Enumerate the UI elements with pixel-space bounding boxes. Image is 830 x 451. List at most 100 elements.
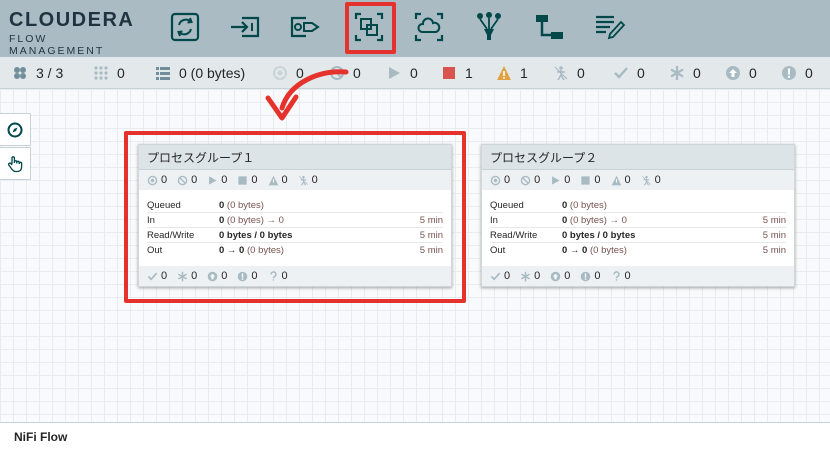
asterisk-icon: [521, 271, 531, 281]
invalid-count: 0: [268, 174, 288, 186]
running-icon: [389, 67, 400, 79]
transmitting-count: 0: [296, 65, 304, 81]
arrow-up-circle-icon: [550, 271, 561, 281]
breadcrumb-root[interactable]: NiFi Flow: [14, 430, 67, 444]
running-icon: [209, 175, 217, 185]
sync-failure-count: 0: [268, 270, 288, 282]
not-transmitting-icon: [177, 175, 188, 185]
invalid-stat: 1: [496, 57, 528, 89]
queued-stat: 0 (0 bytes): [155, 57, 245, 89]
stale-stat: 0: [725, 57, 757, 89]
stopped-count: 0: [580, 174, 601, 186]
disabled-icon: [641, 175, 651, 186]
not-transmitting-icon: [330, 66, 344, 80]
not-transmitting-count: 0: [520, 174, 540, 186]
stats-row-in: In 0 (0 bytes) → 05 min: [147, 213, 443, 228]
transmitting-icon: [490, 175, 501, 185]
locally-modified-count: 0: [177, 270, 197, 282]
stopped-icon: [443, 67, 455, 79]
template-icon: [536, 15, 563, 39]
transmitting-count: 0: [147, 174, 167, 186]
process-group-title: プロセスグループ１: [139, 145, 451, 170]
check-icon: [614, 67, 628, 79]
locally-modified-count: 0: [520, 270, 540, 282]
stopped-stat: 1: [441, 57, 473, 89]
arrow-up-circle-icon: [726, 66, 740, 80]
funnel-icon: [477, 12, 501, 40]
remote-process-group-tool[interactable]: [409, 8, 449, 46]
compass-icon: [7, 122, 23, 137]
brand-subtitle: FLOW MANAGEMENT: [9, 33, 105, 57]
not-transmitting-stat: 0: [329, 57, 361, 89]
exclamation-circle-icon: [581, 271, 591, 281]
invalid-count: 0: [611, 174, 631, 186]
check-icon: [147, 272, 158, 280]
output-port-tool[interactable]: [285, 8, 325, 46]
sync-failure-count: 0: [611, 270, 631, 282]
processor-icon: [170, 12, 200, 42]
locally-modified-count: 0: [693, 65, 701, 81]
sync-failure-count: 0: [805, 65, 813, 81]
asterisk-icon: [670, 66, 684, 80]
warning-icon: [611, 175, 621, 185]
template-tool[interactable]: [529, 8, 569, 46]
label-tool[interactable]: [589, 8, 629, 46]
sync-failure-stat: 0: [781, 57, 813, 89]
status-bar: 3 / 3 0 0 (0 bytes) 0 0 0 1 1 0 0 0 0 0: [0, 57, 830, 89]
version-counts: 0 0 0 0 0: [482, 266, 794, 286]
cluster-stat: 3 / 3: [12, 57, 63, 89]
stats-table: Queued 0 (0 bytes) In 0 (0 bytes) → 05 min…: [482, 190, 794, 258]
stats-row-out: Out 0 → 0 (0 bytes) 5 min: [490, 245, 786, 256]
queued-count: 0 (0 bytes): [179, 65, 246, 81]
asterisk-icon: [178, 271, 188, 281]
process-group-tool[interactable]: [349, 8, 389, 46]
input-port-tool[interactable]: [225, 8, 265, 46]
header: CLOUDERA FLOW MANAGEMENT: [0, 0, 830, 57]
transmitting-icon: [147, 175, 158, 185]
disabled-count: 0: [577, 65, 585, 81]
logo: CLOUDERA FLOW MANAGEMENT: [9, 9, 134, 57]
threads-count: 0: [117, 65, 125, 81]
disabled-count: 0: [641, 174, 661, 186]
threads-icon: [94, 66, 108, 80]
stopped-icon: [238, 175, 247, 185]
warning-icon: [497, 66, 511, 80]
hand-pointer-icon: [8, 155, 23, 172]
not-transmitting-icon: [520, 175, 531, 185]
disabled-stat: 0: [553, 57, 585, 89]
operate-button[interactable]: [0, 147, 31, 180]
breadcrumb: NiFi Flow: [0, 422, 830, 451]
stopped-count: 1: [465, 65, 473, 81]
process-group-card[interactable]: プロセスグループ２ 0 0 0 0 0 0 Queued 0 (0 bytes) …: [481, 144, 795, 287]
stopped-icon: [581, 175, 590, 185]
disabled-icon: [554, 66, 568, 81]
process-group-icon: [354, 12, 384, 42]
cluster-icon: [14, 67, 26, 79]
stats-row-in: In 0 (0 bytes) → 05 min: [490, 213, 786, 228]
component-counts: 0 0 0 0 0 0: [139, 170, 451, 190]
funnel-tool[interactable]: [469, 8, 509, 46]
process-group-title: プロセスグループ２: [482, 145, 794, 170]
up-to-date-count: 0: [490, 270, 510, 282]
transmitting-stat: 0: [272, 57, 304, 89]
not-transmitting-count: 0: [353, 65, 361, 81]
processor-tool[interactable]: [165, 8, 205, 46]
running-count: 0: [410, 65, 418, 81]
transmitting-count: 0: [490, 174, 510, 186]
process-group-card[interactable]: プロセスグループ１ 0 0 0 0 0 0 Queued 0 (0 bytes) …: [138, 144, 452, 287]
running-count: 0: [207, 174, 227, 186]
exclamation-circle-icon: [782, 66, 796, 80]
question-icon: [612, 270, 620, 281]
up-to-date-count: 0: [637, 65, 645, 81]
navigate-button[interactable]: [0, 113, 31, 146]
list-icon: [156, 67, 170, 80]
remote-process-group-icon: [414, 12, 444, 42]
running-stat: 0: [386, 57, 418, 89]
stats-row-read-write: Read/Write 0 bytes / 0 bytes 5 min: [490, 228, 786, 243]
stale-count: 0: [749, 65, 757, 81]
input-port-icon: [231, 16, 260, 38]
stats-row-queued: Queued 0 (0 bytes): [147, 198, 443, 213]
stopped-count: 0: [237, 174, 258, 186]
exclamation-circle-icon: [238, 271, 248, 281]
transmitting-icon: [273, 66, 287, 80]
